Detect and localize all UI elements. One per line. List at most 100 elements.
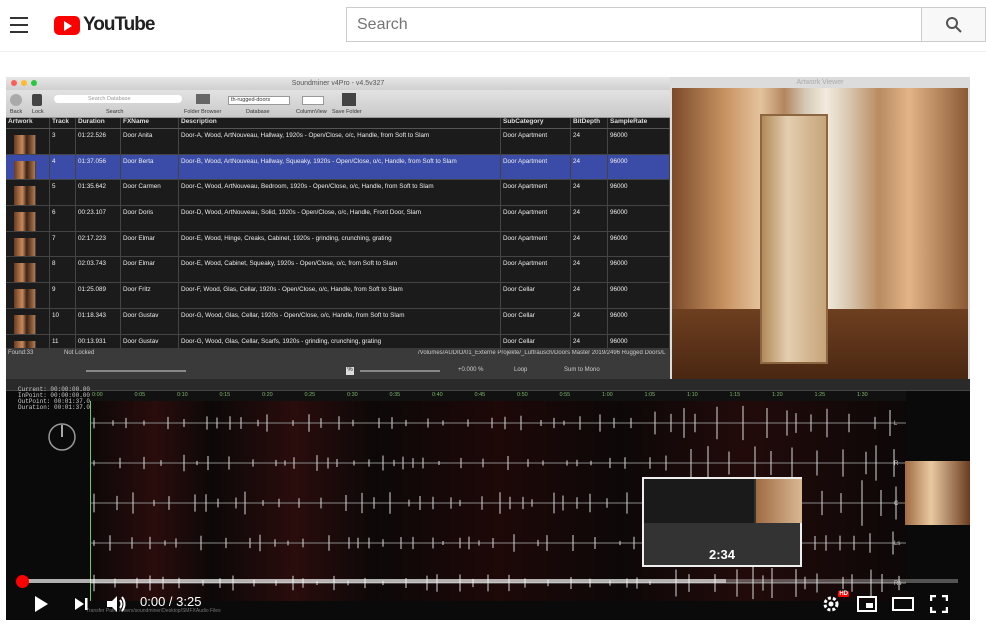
channel-label: L — [894, 421, 898, 427]
lock-icon[interactable] — [32, 94, 42, 106]
search-button[interactable] — [921, 7, 986, 42]
save-folder-icon[interactable] — [342, 93, 356, 106]
artwork-thumbnail-image — [14, 212, 36, 231]
ruler-tick-label: 1:05 — [644, 392, 656, 398]
time-ruler[interactable]: 0:00 0:05 0:10 0:15 0:20 0:25 0:30 0:35 0:40 0:45… — [90, 391, 906, 401]
hamburger-menu-icon[interactable] — [8, 14, 30, 36]
ruler-tick-label: 0:20 — [262, 392, 273, 398]
table-header: Artwork Track Duration FXName Descriptio… — [6, 118, 670, 129]
table-row[interactable]: 8 02:03.743 Door Elmar Door-E, Wood, Cabine… — [6, 257, 670, 284]
artwork-thumbnail — [6, 154, 50, 180]
file-path: /Volumes/AUDIO/01_Externe Projekte/_Luft… — [418, 350, 666, 356]
back-label: Back — [10, 109, 23, 115]
description-cell: Door-G, Wood, Glas, Cellar, 1920s - Open… — [179, 308, 501, 334]
channel-label: R — [894, 461, 899, 467]
fullscreen-button[interactable] — [926, 591, 952, 617]
ruler-tick-label: 0:45 — [474, 392, 486, 398]
play-button[interactable] — [28, 591, 54, 617]
soundminer-titlebar: Soundminer v4Pro - v4.5v327 — [6, 77, 670, 90]
close-dot-icon[interactable] — [11, 80, 17, 86]
description-cell: Door-E, Wood, Cabinet, Squeaky, 1920s - … — [179, 257, 501, 283]
dial-icon[interactable] — [46, 421, 78, 453]
search-label: Search — [106, 109, 124, 115]
column-header-duration[interactable]: Duration — [76, 118, 121, 128]
columnview-select[interactable] — [302, 96, 324, 105]
subcategory-cell: Door Apartment — [501, 129, 571, 154]
column-header-fxname[interactable]: FXName — [121, 118, 179, 128]
youtube-logo[interactable]: YouTube — [54, 14, 155, 36]
database-select[interactable]: th-rugged-doors — [228, 96, 290, 105]
fxname-cell: Door Elmar — [121, 257, 179, 283]
database-search-input[interactable]: Search Database — [54, 95, 182, 103]
video-player[interactable]: Soundminer v4Pro - v4.5v327 Back Lock Se… — [6, 77, 970, 620]
search-input[interactable] — [346, 7, 922, 42]
column-header-samplerate[interactable]: SampleRate — [608, 118, 670, 128]
settings-button[interactable]: HD — [818, 591, 849, 617]
channel-label: Ls — [894, 541, 901, 547]
artwork-thumbnail-image — [14, 289, 36, 308]
artwork-thumbnail — [6, 129, 50, 154]
description-cell: Door-F, Wood, Glas, Cellar, 1920s - Open… — [179, 283, 501, 308]
miniplayer-button[interactable] — [854, 591, 880, 617]
subcategory-cell: Door Apartment — [501, 206, 571, 231]
ruler-tick-label: 0:40 — [432, 392, 443, 398]
found-count: Found:33 — [8, 350, 34, 356]
folder-icon[interactable] — [196, 94, 210, 104]
sum-to-mono-checkbox[interactable]: Sum to Mono — [564, 367, 600, 373]
table-row[interactable]: 6 00:23.107 Door Doris Door-D, Wood, ArtNou… — [6, 206, 670, 232]
subcategory-cell: Door Cellar — [501, 283, 571, 308]
loop-checkbox[interactable]: Loop — [514, 367, 527, 373]
table-row[interactable]: 10 01:18.343 Door Gustav Door-G, Wood, Glas… — [6, 308, 670, 335]
database-label: Database — [246, 109, 270, 115]
progress-bar[interactable] — [22, 579, 958, 583]
transport-bar — [6, 379, 970, 391]
fxname-cell: Door Elmar — [121, 231, 179, 257]
ruler-tick-label: 1:10 — [687, 392, 698, 398]
fullscreen-icon — [930, 595, 948, 613]
minimize-dot-icon[interactable] — [21, 80, 27, 86]
zoom-dot-icon[interactable] — [31, 80, 37, 86]
description-cell: Door-B, Wood, ArtNouveau, Hallway, Squea… — [179, 154, 501, 180]
percent-icon[interactable]: % — [346, 367, 354, 375]
ruler-tick-label: 1:00 — [602, 392, 613, 398]
duration-cell: 01:22.526 — [76, 129, 121, 154]
pitch-slider[interactable] — [360, 370, 440, 372]
artwork-image — [672, 88, 968, 379]
column-header-track[interactable]: Track — [50, 118, 76, 128]
column-header-artwork[interactable]: Artwork — [6, 118, 50, 128]
seek-preview-time: 2:34 — [708, 547, 736, 562]
column-header-subcategory[interactable]: SubCategory — [501, 118, 571, 128]
skip-next-icon — [75, 598, 88, 610]
back-icon[interactable] — [10, 94, 22, 106]
hd-badge: HD — [838, 591, 849, 597]
artwork-thumbnail — [6, 283, 50, 308]
ruler-tick-label: 0:05 — [134, 392, 146, 398]
table-row[interactable]: 4 01:37.056 Door Berta Door-B, Wood, ArtNou… — [6, 154, 670, 181]
lock-label: Lock — [32, 109, 44, 115]
save-folder-label: Save Folder — [332, 109, 362, 115]
samplerate-cell: 96000 — [608, 180, 670, 206]
subcategory-cell: Door Apartment — [501, 180, 571, 206]
duration-cell: 02:03.743 — [76, 257, 121, 283]
bitdepth-cell: 24 — [571, 129, 608, 154]
table-row[interactable]: 9 01:25.089 Door Fritz Door-F, Wood, Glas, … — [6, 283, 670, 309]
table-row[interactable]: 3 01:22.526 Door Anita Door-A, Wood, ArtNou… — [6, 129, 670, 155]
theater-mode-button[interactable] — [890, 591, 916, 617]
table-row[interactable]: 5 01:35.642 Door Carmen Door-C, Wood, ArtNo… — [6, 180, 670, 207]
preview-table — [644, 479, 754, 523]
duration-cell: 02:17.223 — [76, 231, 121, 257]
samplerate-cell: 96000 — [608, 283, 670, 308]
gear-icon — [823, 596, 839, 612]
ruler-tick-label: 1:25 — [814, 392, 826, 398]
logo-text: YouTube — [83, 14, 155, 35]
next-button[interactable] — [68, 591, 94, 617]
column-header-description[interactable]: Description — [179, 118, 501, 128]
volume-button[interactable] — [104, 591, 130, 617]
column-header-bitdepth[interactable]: BitDepth — [571, 118, 608, 128]
lock-status: Not Locked — [64, 350, 95, 356]
fxname-cell: Door Carmen — [121, 180, 179, 206]
table-row[interactable]: 7 02:17.223 Door Elmar Door-E, Wood, Hinge,… — [6, 231, 670, 258]
volume-slider[interactable] — [86, 370, 186, 372]
description-cell: Door-C, Wood, ArtNouveau, Bedroom, 1920s… — [179, 180, 501, 206]
playhead[interactable] — [90, 401, 91, 601]
